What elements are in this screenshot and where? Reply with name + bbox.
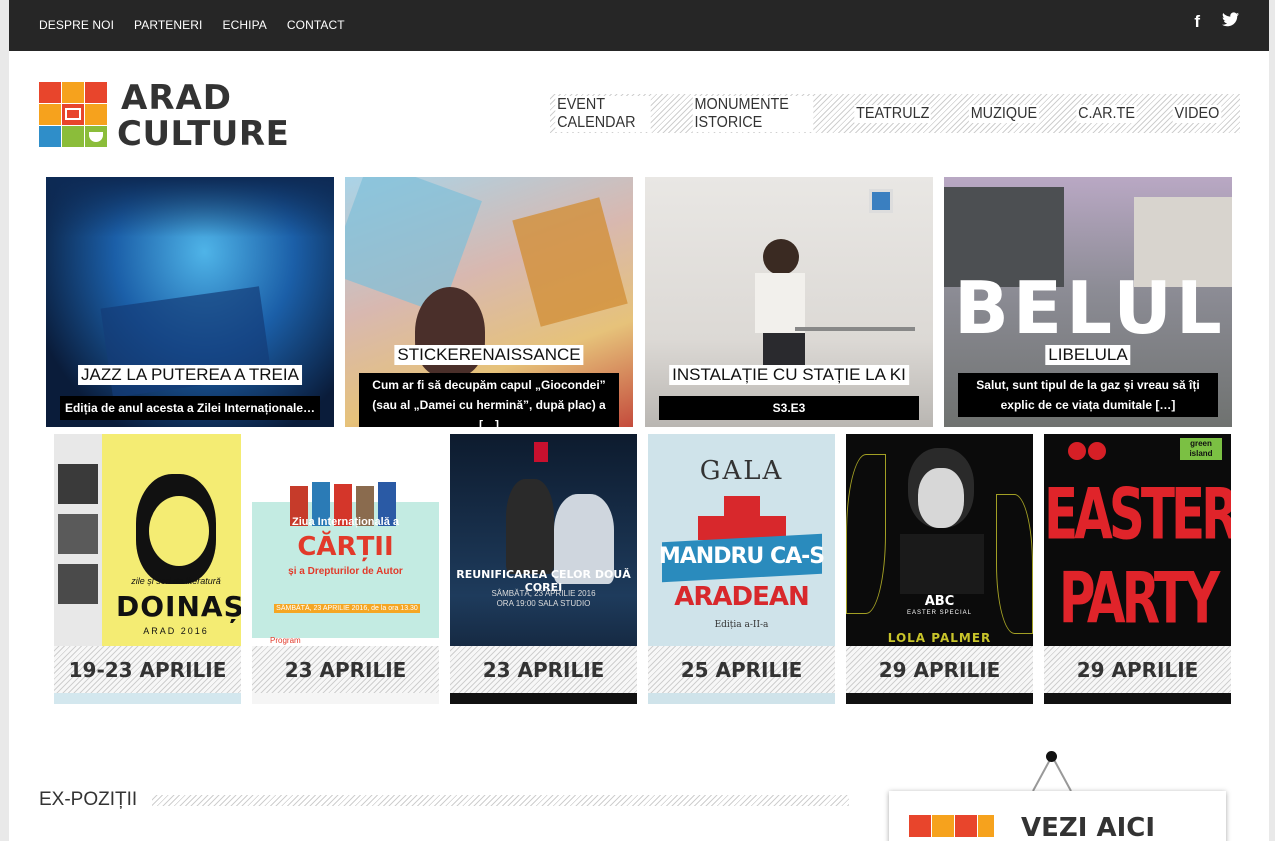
event-date[interactable]: 29 APRILIE xyxy=(1044,646,1231,693)
event-poster-text: EASTER SPECIAL xyxy=(906,610,973,616)
feature-excerpt: S3.E3 xyxy=(659,396,919,420)
event-poster-text: Program xyxy=(270,636,301,645)
event-poster-text: și a Drepturilor de Autor xyxy=(288,566,403,577)
event-poster-headline: ARADEAN xyxy=(674,582,810,612)
feature-excerpt: Salut, sunt tipul de la gaz și vreau să … xyxy=(958,373,1218,417)
feature-title[interactable]: JAZZ LA PUTEREA A TREIA xyxy=(78,365,302,385)
feature-title[interactable]: LIBELULA xyxy=(1045,345,1131,365)
event-poster-text: ORA 19:00 SALA STUDIO xyxy=(496,599,591,608)
event-poster-headline: MANDRU CA-S xyxy=(658,544,825,569)
nav-item-monumente-istorice[interactable]: MONUMENTE ISTORICE xyxy=(692,95,814,132)
social-links: f xyxy=(1194,12,1239,32)
event-card[interactable]: zile și seri de literatură DOINAȘ ARAD 2… xyxy=(54,434,241,704)
feature-card[interactable]: JAZZ LA PUTEREA A TREIA Ediția de anul a… xyxy=(46,177,334,427)
nav-item-muzique[interactable]: MUZIQUE xyxy=(969,104,1040,123)
event-poster-text: Ediția a-II-a xyxy=(714,620,769,630)
event-date[interactable]: 23 APRILIE xyxy=(450,646,637,693)
event-card[interactable]: REUNIFICAREA CELOR DOUĂ COREI SÂMBĂTĂ, 2… xyxy=(450,434,637,704)
feature-card[interactable]: INSTALAȚIE CU STAȚIE LA KI S3.E3 xyxy=(645,177,933,427)
logo-line-1: ARAD xyxy=(121,78,233,118)
top-link-echipa[interactable]: ECHIPA xyxy=(223,18,267,32)
section-divider xyxy=(152,795,849,806)
event-poster-headline: GALA xyxy=(699,456,784,486)
event-poster-text: ARAD 2016 xyxy=(143,626,209,636)
feature-title[interactable]: INSTALAȚIE CU STAȚIE LA KI xyxy=(669,365,909,385)
top-link-contact[interactable]: CONTACT xyxy=(287,18,345,32)
logo-text: ARAD CULTURE xyxy=(117,80,289,152)
twitter-icon[interactable] xyxy=(1222,12,1239,27)
event-poster-text: LOLA PALMER xyxy=(887,631,992,645)
nav-item-carte[interactable]: C.AR.TE xyxy=(1076,104,1137,123)
site-logo[interactable]: ARAD CULTURE xyxy=(39,80,289,152)
event-poster-text: zile și seri de literatură xyxy=(131,576,221,586)
vezi-aici-banner[interactable]: VEZI AICI xyxy=(889,791,1226,841)
section-title-expozitii: EX-POZIȚII xyxy=(39,789,138,810)
feature-card[interactable]: STICKERENAISSANCE Cum ar fi să decupăm c… xyxy=(345,177,633,427)
event-card[interactable]: GALA MANDRU CA-S ARADEAN Ediția a-II-a 2… xyxy=(648,434,835,704)
feature-title[interactable]: STICKERENAISSANCE xyxy=(394,345,584,365)
event-date[interactable]: 25 APRILIE xyxy=(648,646,835,693)
feature-excerpt: Ediția de anul acesta a Zilei Internațio… xyxy=(60,396,320,420)
page: DESPRE NOI PARTENERI ECHIPA CONTACT f AR… xyxy=(9,0,1269,841)
event-poster-text: SÂMBĂTĂ, 23 APRILIE 2016 xyxy=(491,589,596,598)
event-card[interactable]: Ziua Internațională a CĂRȚII și a Dreptu… xyxy=(252,434,439,704)
event-poster-headline: PARTY xyxy=(1058,558,1220,640)
top-link-parteneri[interactable]: PARTENERI xyxy=(134,18,202,32)
event-card[interactable]: green island EASTER PARTY 29 APRILIE xyxy=(1044,434,1231,704)
sign-pin xyxy=(1046,751,1057,762)
nav-item-video[interactable]: VIDEO xyxy=(1172,104,1222,123)
feature-overlay-text: BELUL xyxy=(954,266,1226,350)
event-poster-headline: DOINAȘ xyxy=(116,590,241,623)
event-date[interactable]: 19-23 APRILIE xyxy=(54,646,241,693)
vezi-aici-title: VEZI AICI xyxy=(1021,813,1156,841)
top-link-despre-noi[interactable]: DESPRE NOI xyxy=(39,18,114,32)
event-poster-text: Ziua Internațională a xyxy=(292,516,399,528)
event-card[interactable]: ABC EASTER SPECIAL LOLA PALMER 29 APRILI… xyxy=(846,434,1033,704)
top-bar: DESPRE NOI PARTENERI ECHIPA CONTACT f xyxy=(9,0,1269,51)
nav-item-teatrulz[interactable]: TEATRULZ xyxy=(854,104,932,123)
logo-line-2: CULTURE xyxy=(117,114,290,154)
logo-mark xyxy=(39,82,107,148)
event-date[interactable]: 23 APRILIE xyxy=(252,646,439,693)
event-poster-text: green island xyxy=(1180,438,1222,460)
feature-card[interactable]: BELUL LIBELULA Salut, sunt tipul de la g… xyxy=(944,177,1232,427)
event-poster-headline: CĂRȚII xyxy=(297,532,394,562)
event-poster-text: SÂMBĂTĂ, 23 APRILIE 2016, de la ora 13.3… xyxy=(274,604,420,613)
event-poster-headline: EASTER xyxy=(1044,474,1231,556)
nav-item-event-calendar[interactable]: EVENT CALENDAR xyxy=(555,95,651,132)
event-poster-headline: ABC xyxy=(924,594,955,609)
main-nav: EVENT CALENDAR MONUMENTE ISTORICE TEATRU… xyxy=(550,94,1240,133)
event-date[interactable]: 29 APRILIE xyxy=(846,646,1033,693)
feature-excerpt: Cum ar fi să decupăm capul „Giocondei” (… xyxy=(359,373,619,427)
facebook-icon[interactable]: f xyxy=(1194,12,1200,32)
top-nav: DESPRE NOI PARTENERI ECHIPA CONTACT xyxy=(39,18,345,32)
